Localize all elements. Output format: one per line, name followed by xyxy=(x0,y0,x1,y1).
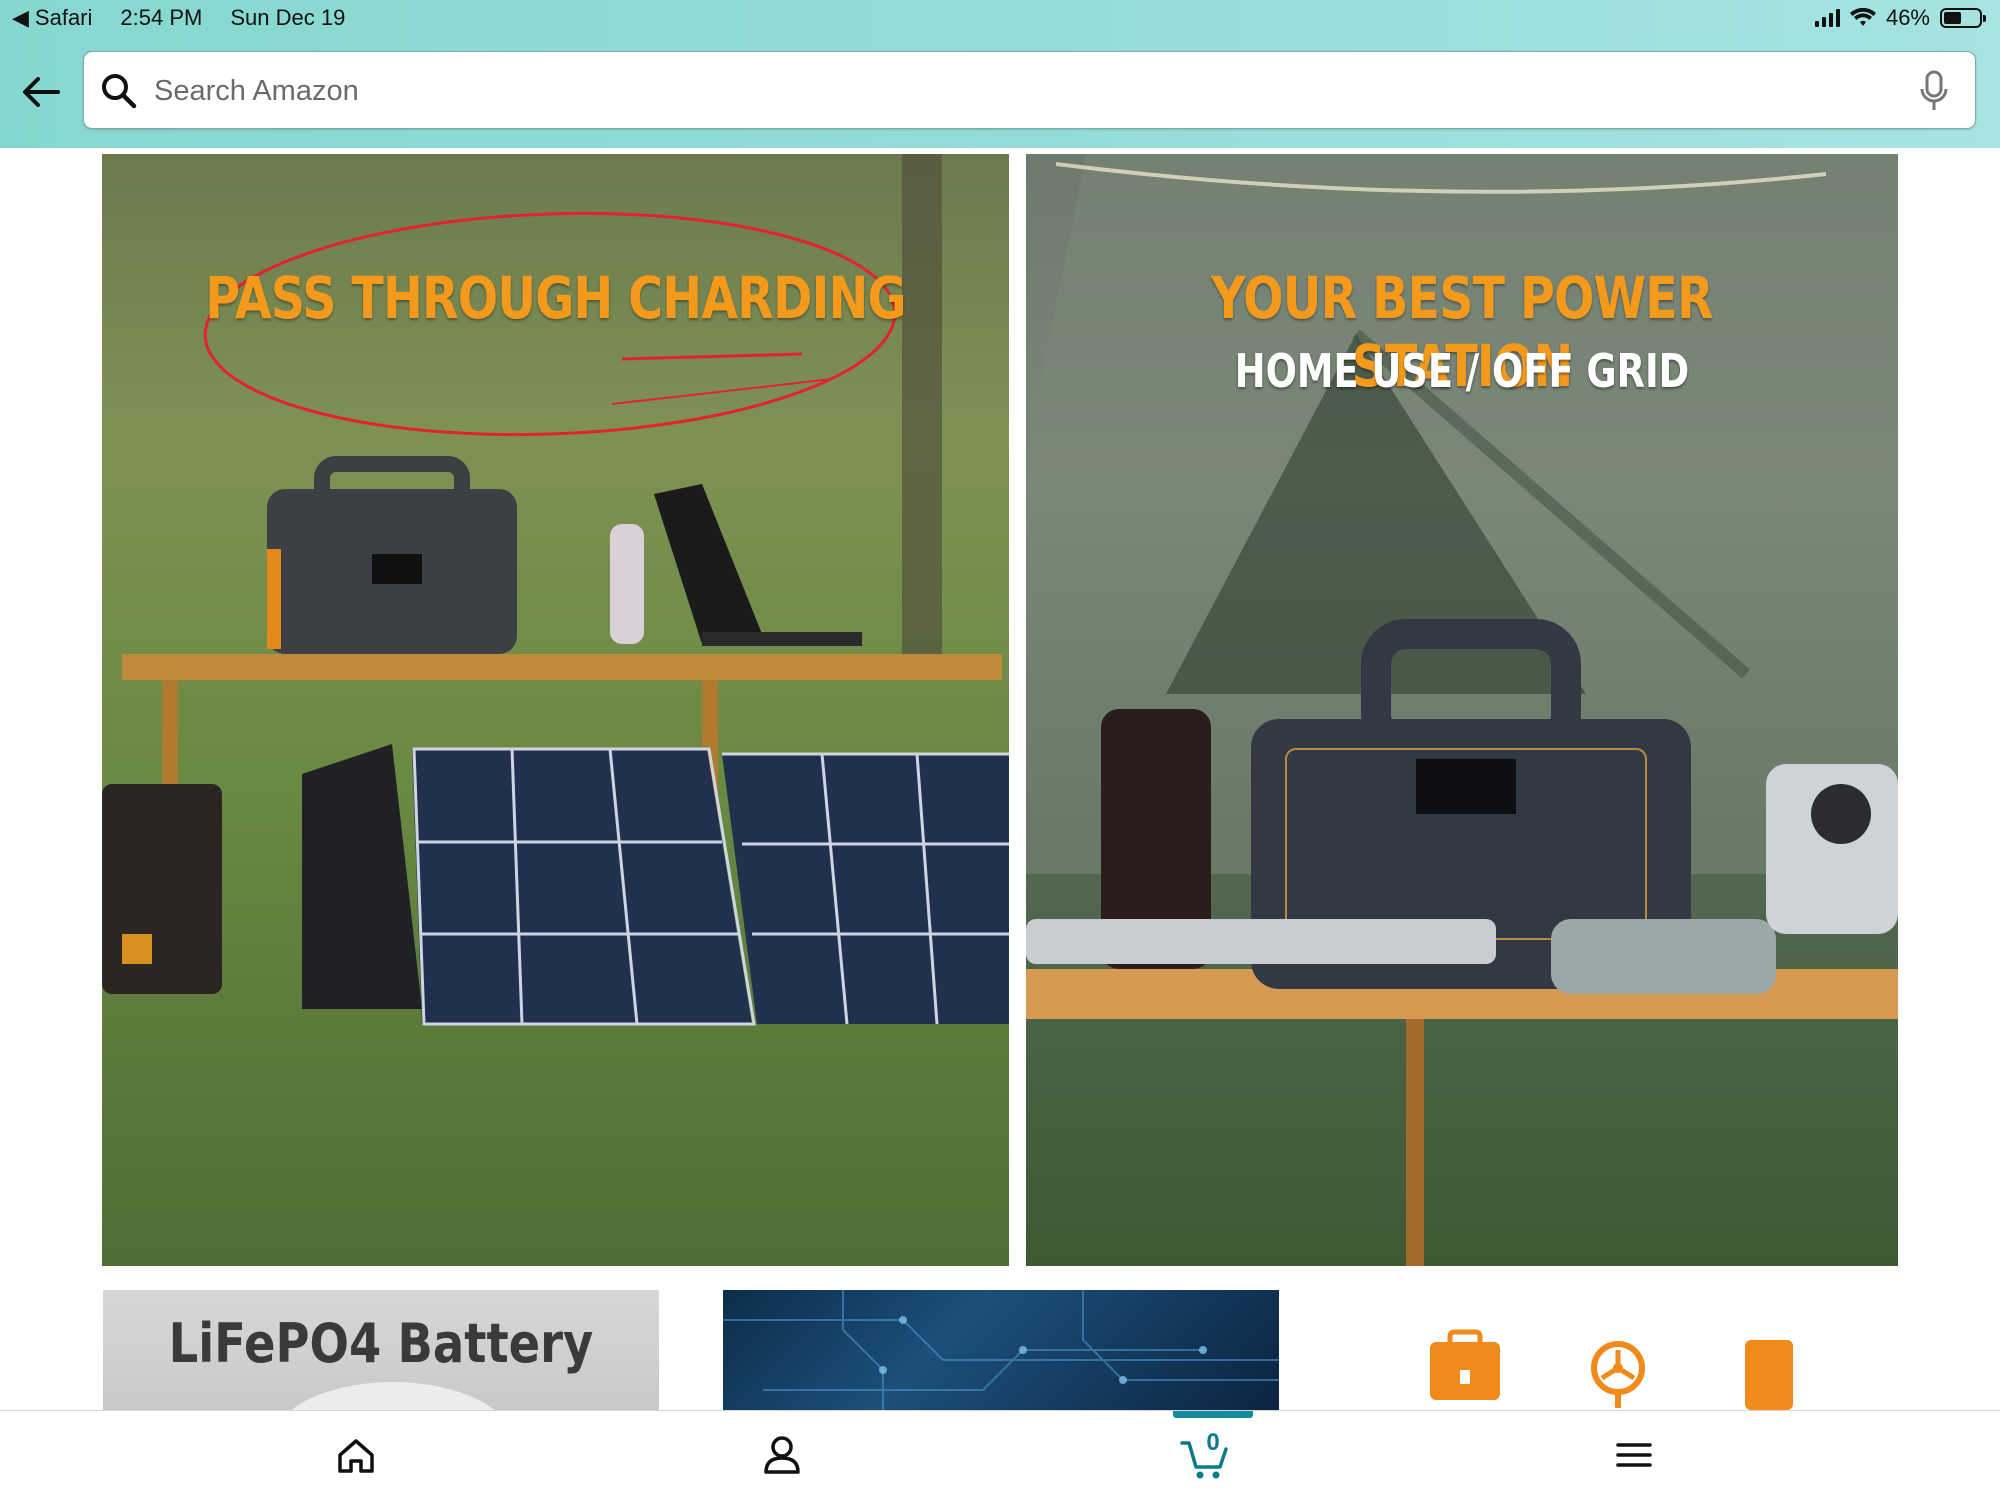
fan-icon xyxy=(1591,1341,1645,1408)
tile-label: LiFePO4 Battery xyxy=(168,1312,594,1375)
search-icon xyxy=(102,74,137,109)
hero-headline: PASS THROUGH CHARDING xyxy=(205,264,906,332)
cart-count: 0 xyxy=(1206,1429,1220,1456)
nav-menu[interactable] xyxy=(1604,1425,1664,1485)
tile-graphic xyxy=(273,1382,513,1410)
nav-home[interactable] xyxy=(326,1425,386,1485)
battery-percent: 46% xyxy=(1885,5,1930,30)
microphone-icon[interactable] xyxy=(1919,70,1949,112)
back-button[interactable] xyxy=(18,70,66,114)
back-to-app[interactable]: ◀ Safari xyxy=(12,5,92,31)
account-icon xyxy=(764,1436,800,1474)
home-icon xyxy=(338,1439,374,1473)
tile-circuit-board[interactable] xyxy=(723,1290,1279,1410)
bottom-navigation: 0 xyxy=(0,1410,2000,1501)
active-tab-indicator xyxy=(1173,1411,1253,1418)
search-input[interactable] xyxy=(152,64,1856,118)
nav-account[interactable] xyxy=(752,1425,812,1485)
door-icon xyxy=(1745,1340,1793,1410)
product-image-pass-through[interactable]: PASS THROUGH CHARDING xyxy=(102,154,1009,1266)
battery-icon xyxy=(1940,8,1986,28)
cellular-signal-icon xyxy=(1814,9,1840,27)
circuit-board-graphic xyxy=(723,1290,1279,1410)
feature-icons xyxy=(1430,1329,1793,1410)
search-bar[interactable] xyxy=(83,51,1976,129)
status-date: Sun Dec 19 xyxy=(230,5,346,30)
status-app: Safari xyxy=(34,5,93,30)
hero-subtitle: HOME USE / OFF GRID xyxy=(1234,344,1690,398)
status-time: 2:54 PM xyxy=(120,5,203,30)
toolbox-icon xyxy=(1430,1329,1500,1400)
status-bar: ◀ Safari 2:54 PM Sun Dec 19 46% xyxy=(0,0,2000,38)
tile-feature-icons[interactable] xyxy=(1340,1290,1980,1410)
menu-icon xyxy=(1616,1443,1652,1467)
back-triangle-icon: ◀ xyxy=(12,5,29,30)
wifi-icon xyxy=(1849,8,1876,26)
top-bar: ◀ Safari 2:54 PM Sun Dec 19 46% xyxy=(0,0,2000,148)
back-arrow-icon xyxy=(23,77,60,107)
product-image-power-station[interactable]: YOUR BEST POWER STATION HOME USE / OFF G… xyxy=(1026,154,1898,1266)
tile-lifepo4-battery[interactable]: LiFePO4 Battery xyxy=(103,1290,659,1410)
